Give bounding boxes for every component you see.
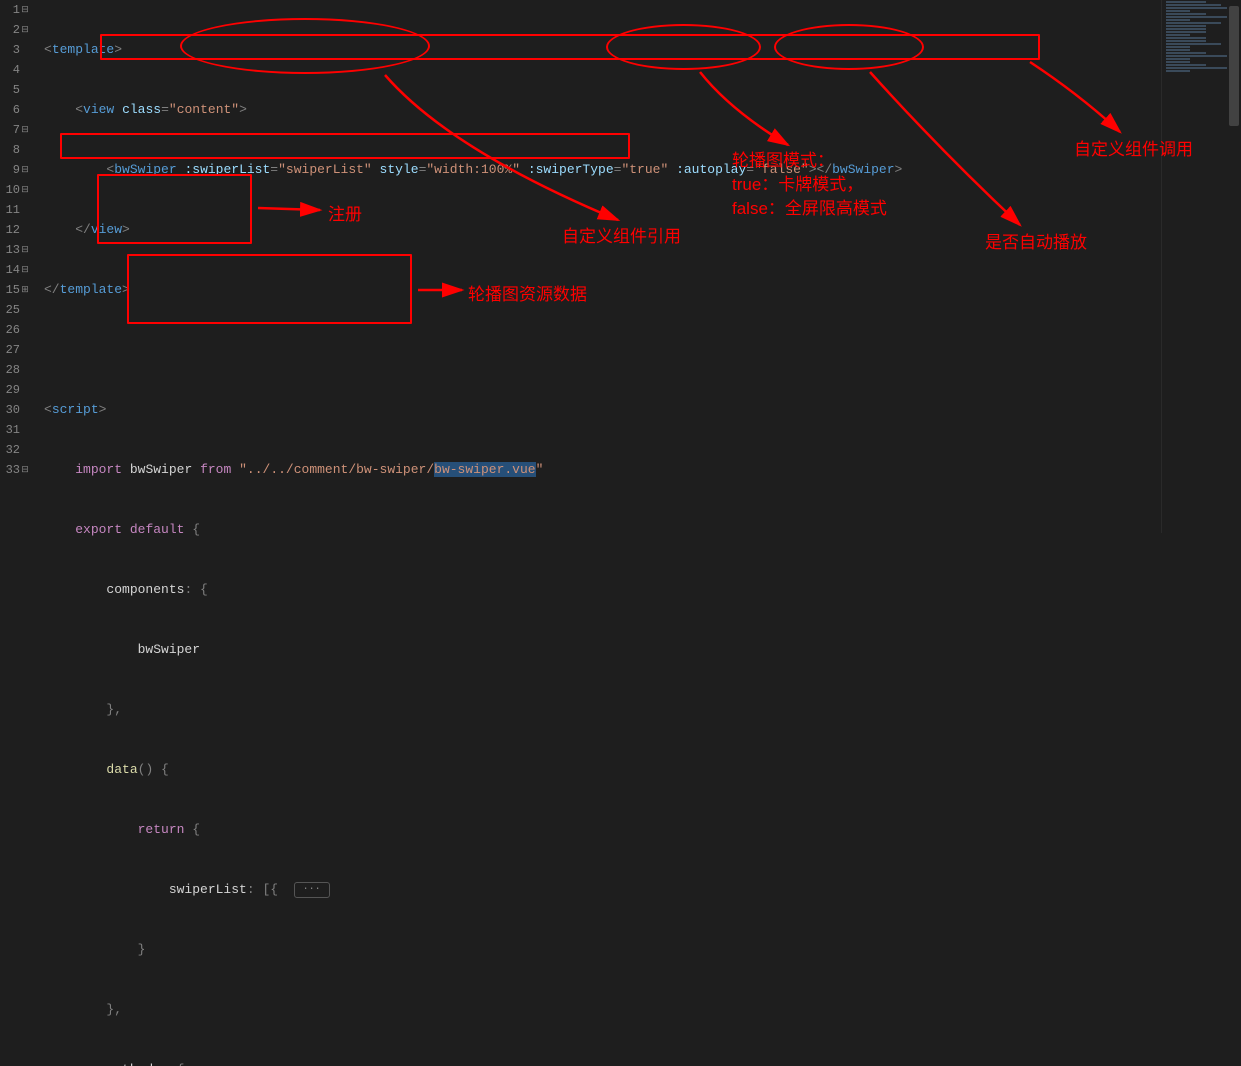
code-line: data() { [44, 760, 1161, 780]
line-number: 10 [0, 180, 20, 200]
fold-icon[interactable]: ⊟ [20, 120, 30, 140]
code-line: return { [44, 820, 1161, 840]
code-line: </template> [44, 280, 1161, 300]
code-line: swiperList: [{ ··· [44, 880, 1161, 900]
fold-icon[interactable]: ⊟ [20, 180, 30, 200]
code-line: bwSwiper [44, 640, 1161, 660]
line-number: 2 [0, 20, 20, 40]
line-number: 7 [0, 120, 20, 140]
fold-icon[interactable]: ⊞ [20, 280, 30, 300]
line-number: 11 [0, 200, 20, 220]
fold-icon[interactable]: ⊟ [20, 240, 30, 260]
line-number: 28 [0, 360, 20, 380]
line-number: 5 [0, 80, 20, 100]
code-line: <bwSwiper :swiperList="swiperList" style… [44, 160, 1161, 180]
gutter: 1⊟ 2⊟ 3 4 5 6 7⊟ 8 9⊟ 10⊟ 11 12 13⊟ 14⊟ … [0, 0, 38, 533]
code-line: methods: { [44, 1060, 1161, 1066]
scroll-thumb[interactable] [1229, 6, 1239, 126]
line-number: 31 [0, 420, 20, 440]
line-number: 9 [0, 160, 20, 180]
code-line: }, [44, 1000, 1161, 1020]
code-line: components: { [44, 580, 1161, 600]
line-number: 29 [0, 380, 20, 400]
line-number: 6 [0, 100, 20, 120]
code-editor: 1⊟ 2⊟ 3 4 5 6 7⊟ 8 9⊟ 10⊟ 11 12 13⊟ 14⊟ … [0, 0, 1241, 533]
code-line: export default { [44, 520, 1161, 540]
code-line: </view> [44, 220, 1161, 240]
line-number: 32 [0, 440, 20, 460]
code-line: import bwSwiper from "../../comment/bw-s… [44, 460, 1161, 480]
line-number: 14 [0, 260, 20, 280]
line-number: 33 [0, 460, 20, 480]
code-line: <template> [44, 40, 1161, 60]
line-number: 3 [0, 40, 20, 60]
fold-icon[interactable]: ⊟ [20, 460, 30, 480]
code-line: <view class="content"> [44, 100, 1161, 120]
line-number: 30 [0, 400, 20, 420]
code-line: } [44, 940, 1161, 960]
code-line [44, 340, 1161, 360]
fold-pill[interactable]: ··· [294, 882, 330, 898]
code-area[interactable]: <template> <view class="content"> <bwSwi… [38, 0, 1161, 533]
line-number: 12 [0, 220, 20, 240]
line-number: 1 [0, 0, 20, 20]
code-line: }, [44, 700, 1161, 720]
code-line: <script> [44, 400, 1161, 420]
fold-icon[interactable]: ⊟ [20, 160, 30, 180]
fold-icon[interactable]: ⊟ [20, 260, 30, 280]
line-number: 15 [0, 280, 20, 300]
scrollbar[interactable] [1227, 0, 1241, 533]
line-number: 27 [0, 340, 20, 360]
line-number: 26 [0, 320, 20, 340]
fold-icon[interactable]: ⊟ [20, 0, 30, 20]
fold-icon[interactable]: ⊟ [20, 20, 30, 40]
line-number: 13 [0, 240, 20, 260]
line-number: 4 [0, 60, 20, 80]
line-number: 25 [0, 300, 20, 320]
line-number: 8 [0, 140, 20, 160]
